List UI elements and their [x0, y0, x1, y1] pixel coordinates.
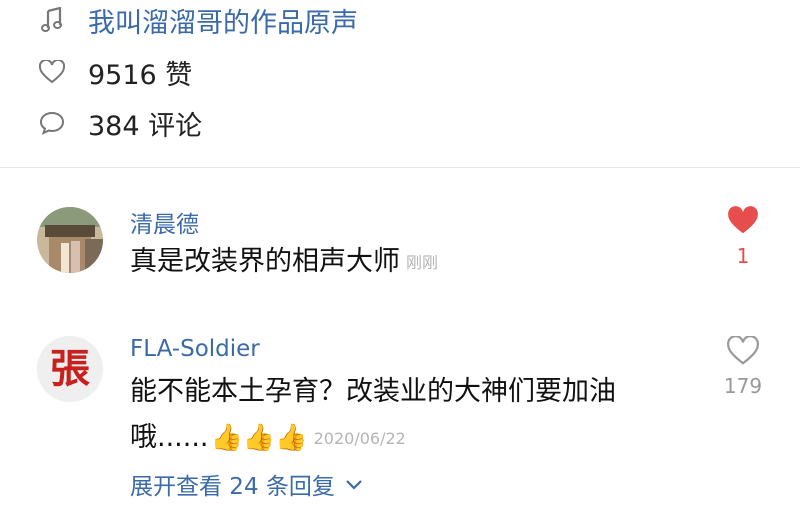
comment-text: 能不能本土孕育？改装业的大神们要加油 哦......👍👍👍 2020/06/22 [130, 369, 616, 462]
heart-filled-icon[interactable] [727, 206, 759, 240]
comment-username[interactable]: 清晨德 [130, 205, 199, 239]
music-note-icon [32, 7, 72, 33]
section-divider [0, 167, 800, 168]
comment-like-button[interactable]: 179 [713, 335, 773, 398]
music-title[interactable]: 我叫溜溜哥的作品原声 [88, 1, 358, 40]
comment-body-line2: 哦...... [130, 422, 209, 453]
avatar[interactable]: 張 [37, 336, 103, 402]
comment-body-line2-row: 哦......👍👍👍 2020/06/22 [130, 415, 616, 462]
like-count: 179 [723, 374, 763, 398]
comment-body: 真是改装界的相声大师 [130, 246, 400, 277]
avatar[interactable] [37, 207, 103, 273]
comment-bubble-icon[interactable] [32, 111, 72, 135]
comment-username[interactable]: FLA-Soldier [130, 336, 260, 362]
likes-row[interactable]: 9516 赞 [0, 52, 192, 92]
music-row[interactable]: 我叫溜溜哥的作品原声 [0, 0, 358, 40]
comment-timestamp: 刚刚 [406, 252, 439, 272]
heart-outline-icon[interactable] [32, 60, 72, 84]
like-count: 1 [736, 244, 750, 268]
thumbs-up-emoji: 👍👍👍 [210, 423, 308, 453]
comment-body-line1: 能不能本土孕育？改装业的大神们要加油 [130, 376, 616, 407]
comment-timestamp: 2020/06/22 [313, 428, 406, 448]
avatar-seal-char: 張 [50, 345, 90, 392]
comment-text: 真是改装界的相声大师 刚刚 [130, 239, 438, 286]
likes-count: 9516 赞 [88, 59, 193, 91]
expand-replies-label[interactable]: 展开查看 24 条回复 [130, 467, 335, 501]
heart-outline-icon[interactable] [727, 335, 759, 370]
chevron-down-icon[interactable] [345, 471, 363, 497]
comment-like-button[interactable]: 1 [713, 206, 773, 268]
comments-row[interactable]: 384 评论 [0, 103, 202, 143]
expand-replies-button[interactable]: 展开查看 24 条回复 [130, 467, 363, 501]
comments-count: 384 评论 [88, 110, 203, 142]
